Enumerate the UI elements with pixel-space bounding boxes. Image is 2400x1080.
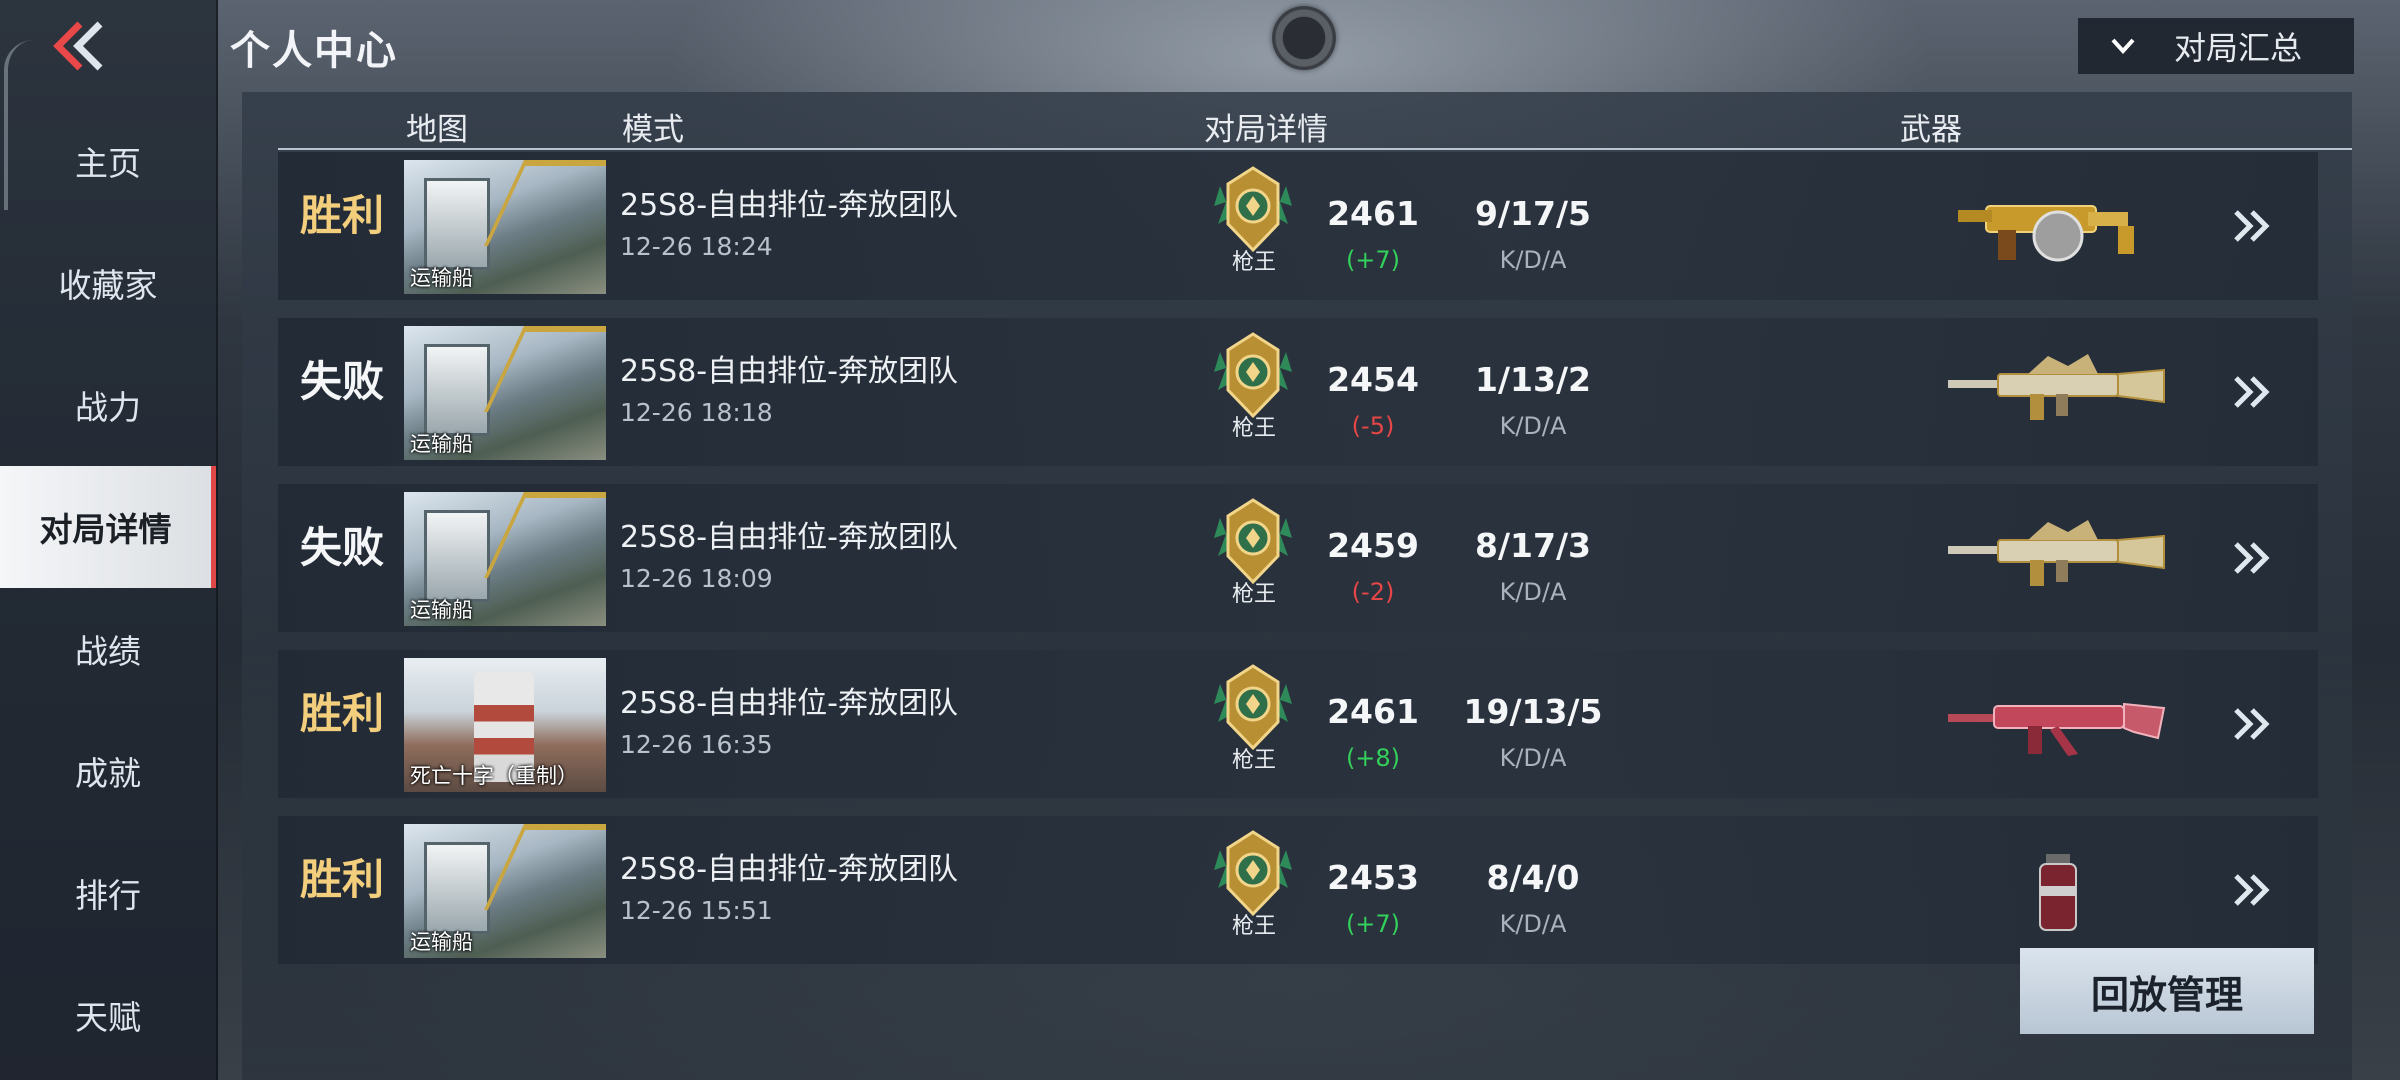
score-delta: (+7)	[1345, 910, 1401, 938]
kda-label: K/D/A	[1499, 578, 1567, 606]
match-row[interactable]: 失败 运输船 25S8-自由排位-奔放团队 12-26 18:18 枪王 245…	[278, 318, 2318, 466]
page-title: 个人中心	[230, 28, 398, 74]
column-mode: 模式	[622, 112, 684, 148]
sidebar-item-achievements[interactable]: 成就	[0, 710, 216, 832]
double-chevron-right-icon[interactable]	[2230, 868, 2274, 912]
sidebar-item-home[interactable]: 主页	[0, 100, 216, 222]
rank-name: 枪王	[1231, 416, 1276, 441]
map-thumbnail: 运输船	[404, 160, 606, 294]
column-map: 地图	[406, 112, 468, 148]
rank-name: 枪王	[1231, 582, 1276, 607]
rank-score: 2461	[1327, 692, 1419, 731]
kda-value: 1/13/2	[1475, 360, 1591, 399]
map-name: 运输船	[410, 266, 473, 290]
sidebar-item-match-details[interactable]: 对局详情	[0, 466, 216, 588]
kda-value: 8/4/0	[1486, 858, 1580, 897]
map-name: 运输船	[410, 598, 473, 622]
grenade-icon	[2039, 854, 2077, 931]
double-chevron-right-icon[interactable]	[2230, 702, 2274, 746]
record-indicator-icon[interactable]	[1272, 6, 1336, 70]
match-row[interactable]: 胜利 运输船 25S8-自由排位-奔放团队 12-26 15:51 枪王 245…	[278, 816, 2318, 964]
match-row[interactable]: 胜利 死亡十字（重制） 25S8-自由排位-奔放团队 12-26 16:35 枪…	[278, 650, 2318, 798]
result-label: 胜利	[300, 689, 385, 738]
match-row[interactable]: 失败 运输船 25S8-自由排位-奔放团队 12-26 18:09 枪王 245…	[278, 484, 2318, 632]
kda-value: 19/13/5	[1463, 692, 1603, 731]
sidebar: 主页 收藏家 战力 对局详情 战绩 成就 排行 天赋	[0, 0, 218, 1080]
sidebar-item-collector[interactable]: 收藏家	[0, 222, 216, 344]
sidebar-item-talent[interactable]: 天赋	[0, 954, 216, 1076]
kda-label: K/D/A	[1499, 910, 1567, 938]
rank-score: 2453	[1327, 858, 1419, 897]
match-table: 地图 模式 对局详情 武器 胜利 运输船 25S8-自由排位-奔放团队 12-2…	[242, 92, 2352, 1080]
red-rifle-icon	[1948, 702, 2166, 756]
kda-value: 9/17/5	[1475, 194, 1591, 233]
sidebar-item-ranking[interactable]: 排行	[0, 832, 216, 954]
score-delta: (-5)	[1351, 412, 1395, 440]
match-list[interactable]: 胜利 运输船 25S8-自由排位-奔放团队 12-26 18:24 枪王 246…	[278, 152, 2352, 1012]
rank-score: 2461	[1327, 194, 1419, 233]
rank-name: 枪王	[1231, 914, 1276, 939]
match-time: 12-26 18:18	[620, 398, 773, 427]
rank-name: 枪王	[1231, 250, 1276, 275]
result-label: 失败	[300, 357, 385, 406]
match-summary-label: 对局汇总	[2174, 29, 2303, 67]
replay-management-button[interactable]: 回放管理	[2020, 948, 2314, 1034]
kda-label: K/D/A	[1499, 744, 1567, 772]
mode-name: 25S8-自由排位-奔放团队	[620, 188, 958, 223]
sidebar-item-records[interactable]: 战绩	[0, 588, 216, 710]
double-chevron-right-icon[interactable]	[2230, 370, 2274, 414]
result-label: 失败	[300, 523, 385, 572]
score-delta: (-2)	[1351, 578, 1395, 606]
double-chevron-right-icon[interactable]	[2230, 536, 2274, 580]
kda-value: 8/17/3	[1475, 526, 1591, 565]
header-divider	[278, 148, 2352, 150]
gold-dragon-rifle-icon	[1948, 520, 2165, 586]
double-chevron-left-icon	[53, 21, 103, 71]
map-thumbnail: 运输船	[404, 824, 606, 958]
map-name: 死亡十字（重制）	[410, 764, 578, 788]
rank-score: 2454	[1327, 360, 1419, 399]
chevron-down-icon	[2111, 38, 2135, 54]
match-time: 12-26 18:24	[620, 232, 773, 261]
gold-dragon-rifle-icon	[1948, 354, 2165, 420]
map-thumbnail: 死亡十字（重制）	[404, 658, 606, 792]
rank-score: 2459	[1327, 526, 1419, 565]
mode-name: 25S8-自由排位-奔放团队	[620, 520, 958, 555]
kda-label: K/D/A	[1499, 246, 1567, 274]
map-thumbnail: 运输船	[404, 492, 606, 626]
result-label: 胜利	[300, 855, 385, 904]
score-delta: (+8)	[1345, 744, 1401, 772]
rank-name: 枪王	[1231, 748, 1276, 773]
match-row[interactable]: 胜利 运输船 25S8-自由排位-奔放团队 12-26 18:24 枪王 246…	[278, 152, 2318, 300]
back-button[interactable]	[50, 18, 130, 78]
double-chevron-right-icon[interactable]	[2230, 204, 2274, 248]
map-name: 运输船	[410, 432, 473, 456]
kda-label: K/D/A	[1499, 412, 1567, 440]
mode-name: 25S8-自由排位-奔放团队	[620, 852, 958, 887]
map-name: 运输船	[410, 930, 473, 954]
map-thumbnail: 运输船	[404, 326, 606, 460]
column-weapon: 武器	[1900, 112, 1962, 148]
mode-name: 25S8-自由排位-奔放团队	[620, 354, 958, 389]
match-summary-dropdown[interactable]: 对局汇总	[2078, 18, 2354, 74]
score-delta: (+7)	[1345, 246, 1401, 274]
gold-drum-smg-icon	[1958, 205, 2134, 262]
column-details: 对局详情	[1204, 112, 1328, 148]
result-label: 胜利	[300, 191, 385, 240]
match-time: 12-26 15:51	[620, 896, 773, 925]
mode-name: 25S8-自由排位-奔放团队	[620, 686, 958, 721]
sidebar-nav: 主页 收藏家 战力 对局详情 战绩 成就 排行 天赋	[0, 100, 216, 1076]
table-header: 地图 模式 对局详情 武器	[242, 92, 2352, 150]
match-time: 12-26 18:09	[620, 564, 773, 593]
sidebar-item-power[interactable]: 战力	[0, 344, 216, 466]
match-time: 12-26 16:35	[620, 730, 773, 759]
